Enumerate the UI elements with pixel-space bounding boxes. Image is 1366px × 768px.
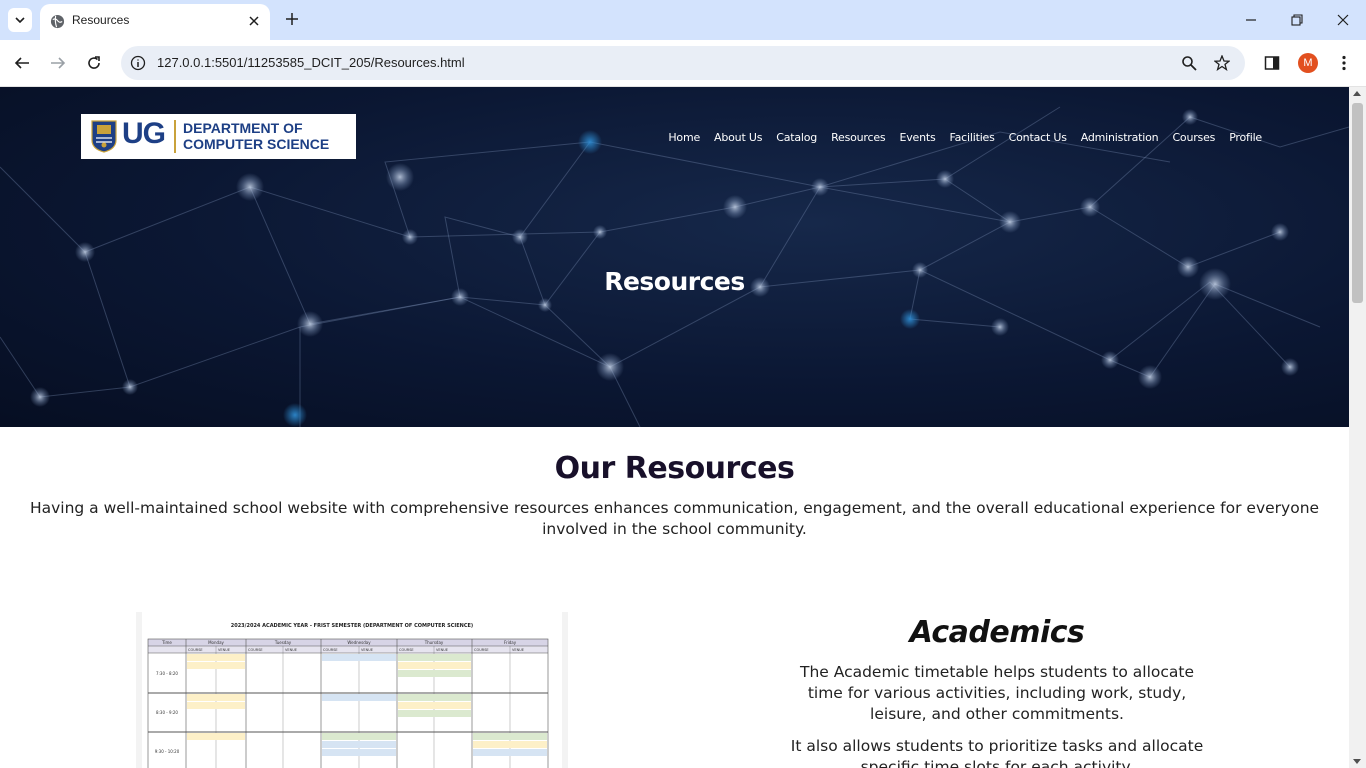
timetable-time-row-1: 7:30 - 8:20 — [156, 671, 178, 676]
close-window-button[interactable] — [1335, 12, 1351, 28]
browser-tab-strip: Resources — [0, 0, 1366, 40]
page-scrollbar[interactable] — [1349, 87, 1366, 768]
logo-department-text: DEPARTMENT OF — [183, 120, 303, 136]
scroll-down-arrow-icon[interactable] — [1353, 759, 1361, 764]
timetable-subhead-course: COURSE — [474, 648, 489, 652]
chevron-down-icon — [15, 17, 25, 23]
section-title: Our Resources — [554, 451, 795, 486]
timetable-time-row-3: 9:30 - 10:20 — [155, 749, 180, 754]
browser-tab-active[interactable]: Resources — [40, 4, 270, 40]
main-navigation: Home About Us Catalog Resources Events F… — [668, 131, 1262, 144]
timetable-day-thursday: Thursday — [424, 640, 444, 645]
timetable-heading: 2023/2024 ACADEMIC YEAR - FRIST SEMESTER… — [231, 623, 473, 629]
timetable-subhead-course: COURSE — [188, 648, 203, 652]
hero-banner: UG DEPARTMENT OF COMPUTER SCIENCE Home A… — [0, 87, 1349, 427]
restore-icon — [1291, 14, 1303, 26]
arrow-left-icon — [14, 57, 29, 69]
side-panel-icon — [1264, 56, 1280, 70]
plus-icon — [286, 13, 298, 25]
address-bar[interactable]: 127.0.0.1:5501/11253585_DCIT_205/Resourc… — [121, 46, 1245, 80]
timetable-sheet: 2023/2024 ACADEMIC YEAR - FRIST SEMESTER… — [142, 612, 562, 768]
minimize-button[interactable] — [1243, 12, 1259, 28]
timetable-day-friday: Friday — [504, 640, 517, 645]
page-viewport: UG DEPARTMENT OF COMPUTER SCIENCE Home A… — [0, 87, 1349, 768]
logo-ug-text: UG — [122, 117, 166, 150]
reload-icon — [88, 56, 100, 69]
star-icon — [1214, 55, 1230, 71]
nav-link-contact-us[interactable]: Contact Us — [1009, 131, 1067, 144]
info-icon — [130, 55, 146, 71]
reload-button[interactable] — [84, 53, 104, 73]
nav-link-facilities[interactable]: Facilities — [950, 131, 995, 144]
nav-link-profile[interactable]: Profile — [1229, 131, 1262, 144]
nav-link-home[interactable]: Home — [668, 131, 700, 144]
site-logo[interactable]: UG DEPARTMENT OF COMPUTER SCIENCE — [81, 114, 356, 159]
logo-divider — [174, 120, 176, 153]
timetable-subhead-venue: VENUE — [361, 648, 373, 652]
timetable-day-monday: Monday — [208, 640, 224, 645]
timetable-subhead-course: COURSE — [248, 648, 263, 652]
forward-button[interactable] — [48, 53, 68, 73]
scroll-up-arrow-icon[interactable] — [1353, 91, 1361, 96]
back-button[interactable] — [12, 53, 32, 73]
scroll-thumb[interactable] — [1352, 103, 1363, 303]
url-text: 127.0.0.1:5501/11253585_DCIT_205/Resourc… — [157, 55, 465, 70]
tab-search-button[interactable] — [8, 8, 32, 32]
nav-link-events[interactable]: Events — [899, 131, 935, 144]
academics-paragraph-1: The Academic timetable helps students to… — [799, 663, 1195, 723]
timetable-day-tuesday: Tuesday — [274, 640, 292, 645]
zoom-button[interactable] — [1180, 54, 1198, 72]
timetable-time-row-2: 8:30 - 9:20 — [156, 710, 178, 715]
timetable-col-time: Time — [161, 640, 172, 645]
academics-paragraph-2: It also allows students to prioritize ta… — [790, 737, 1204, 768]
university-crest-icon — [91, 120, 117, 153]
timetable-image: 2023/2024 ACADEMIC YEAR - FRIST SEMESTER… — [136, 612, 568, 768]
bookmark-button[interactable] — [1213, 54, 1231, 72]
tab-close-button[interactable] — [246, 13, 262, 29]
nav-link-catalog[interactable]: Catalog — [776, 131, 817, 144]
timetable-subhead-course: COURSE — [323, 648, 338, 652]
tab-title: Resources — [72, 13, 130, 27]
timetable-subhead-venue: VENUE — [436, 648, 448, 652]
profile-avatar[interactable]: M — [1298, 53, 1318, 73]
nav-link-about-us[interactable]: About Us — [714, 131, 762, 144]
timetable-subhead-venue: VENUE — [512, 648, 524, 652]
restore-button[interactable] — [1289, 12, 1305, 28]
new-tab-button[interactable] — [283, 10, 301, 28]
hero-title: Resources — [604, 267, 745, 296]
academics-title: Academics — [909, 615, 1085, 650]
timetable-day-wednesday: Wednesday — [347, 640, 371, 645]
timetable-subhead-course: COURSE — [399, 648, 414, 652]
browser-menu-button[interactable] — [1334, 53, 1354, 73]
nav-link-resources[interactable]: Resources — [831, 131, 886, 144]
close-icon — [1337, 14, 1349, 26]
nav-link-courses[interactable]: Courses — [1172, 131, 1215, 144]
timetable-subhead-venue: VENUE — [285, 648, 297, 652]
side-panel-button[interactable] — [1262, 53, 1282, 73]
magnifier-icon — [1182, 56, 1197, 71]
browser-toolbar: 127.0.0.1:5501/11253585_DCIT_205/Resourc… — [0, 40, 1366, 87]
arrow-right-icon — [51, 57, 66, 69]
globe-icon — [50, 14, 65, 29]
logo-computer-science-text: COMPUTER SCIENCE — [183, 136, 330, 152]
nav-link-administration[interactable]: Administration — [1081, 131, 1159, 144]
close-icon — [249, 16, 259, 26]
kebab-menu-icon — [1342, 55, 1346, 71]
section-description: Having a well-maintained school website … — [29, 499, 1320, 538]
minimize-icon — [1246, 19, 1256, 21]
timetable-subhead-venue: VENUE — [218, 648, 230, 652]
